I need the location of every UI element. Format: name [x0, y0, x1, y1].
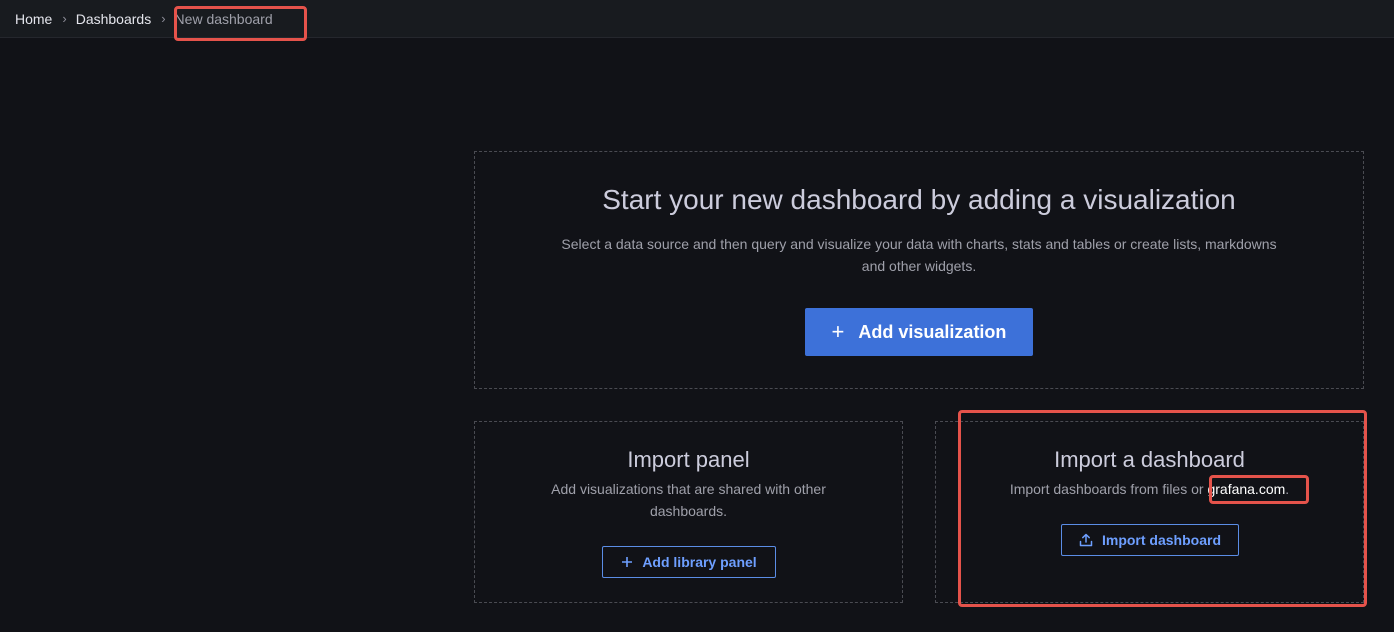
empty-dashboard-description: Select a data source and then query and … — [561, 236, 1277, 274]
import-dashboard-description-end: . — [1285, 481, 1290, 497]
empty-dashboard-title: Start your new dashboard by adding a vis… — [602, 184, 1236, 215]
import-dashboard-label: Import dashboard — [1101, 532, 1221, 548]
breadcrumb-dashboards[interactable]: Dashboards — [76, 10, 152, 28]
import-dashboard-card: Import a dashboard Import dashboards fro… — [935, 421, 1364, 603]
add-visualization-button[interactable]: + Add visualization — [805, 308, 1033, 356]
plus-icon — [621, 556, 633, 568]
import-panel-title: Import panel — [627, 447, 750, 472]
import-dashboard-description-text: Import dashboards from files or — [1009, 481, 1208, 497]
add-library-panel-label: Add library panel — [642, 554, 757, 570]
chevron-right-icon: › — [161, 11, 166, 26]
add-visualization-label: Add visualization — [858, 321, 1007, 342]
import-panel-description: Add visualizations that are shared with … — [551, 481, 826, 519]
add-library-panel-button[interactable]: Add library panel — [602, 546, 776, 578]
upload-icon — [1079, 533, 1093, 547]
top-bar: Home › Dashboards › New dashboard — [0, 0, 1394, 38]
import-dashboard-description: Import dashboards from files or grafana.… — [976, 478, 1323, 500]
breadcrumb-home[interactable]: Home — [15, 10, 52, 28]
add-visualization-card: Start your new dashboard by adding a vis… — [474, 151, 1364, 389]
chevron-right-icon: › — [62, 11, 67, 26]
import-dashboard-button[interactable]: Import dashboard — [1061, 524, 1239, 556]
plus-icon: + — [831, 319, 845, 344]
grafana-com-link[interactable]: grafana.com — [1207, 481, 1285, 497]
import-panel-card: Import panel Add visualizations that are… — [474, 421, 903, 603]
breadcrumb: Home › Dashboards › New dashboard — [15, 10, 273, 28]
import-dashboard-title: Import a dashboard — [1054, 447, 1245, 472]
breadcrumb-current: New dashboard — [174, 11, 273, 27]
